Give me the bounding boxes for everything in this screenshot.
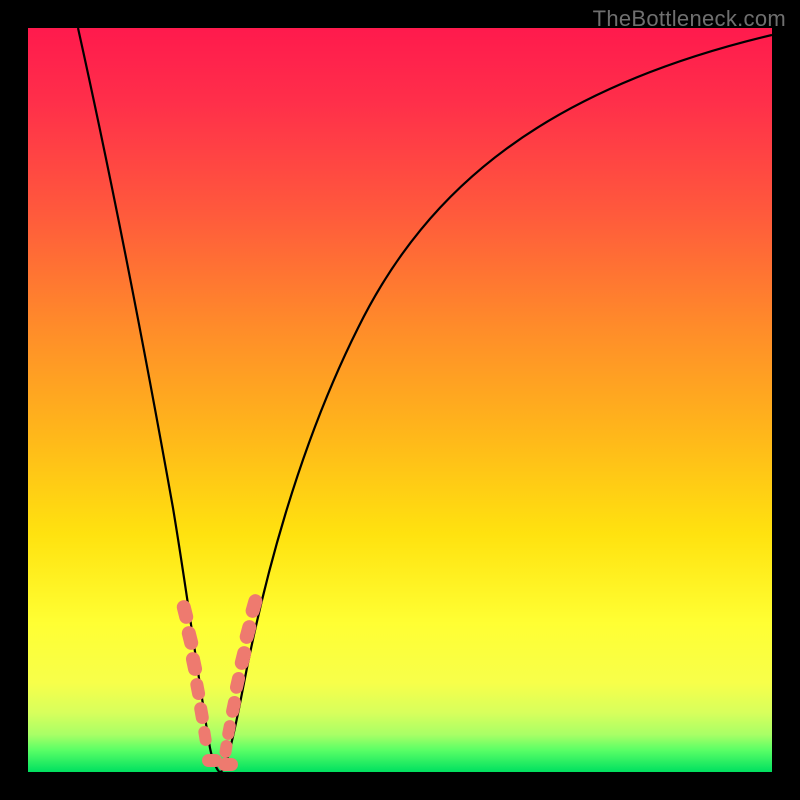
bead — [189, 677, 206, 701]
bead — [238, 619, 258, 646]
chart-canvas: TheBottleneck.com — [0, 0, 800, 800]
bead — [185, 651, 204, 677]
beads-bottom-group — [202, 754, 238, 771]
bead — [229, 671, 247, 695]
plot-area — [28, 28, 772, 772]
bead — [225, 695, 242, 719]
bottleneck-curve — [78, 28, 772, 772]
watermark-text: TheBottleneck.com — [593, 6, 786, 32]
bead — [244, 593, 264, 620]
bead — [221, 719, 237, 741]
bead — [175, 599, 194, 626]
bead — [218, 758, 238, 771]
bead — [180, 625, 199, 652]
bead — [193, 701, 210, 725]
bead — [198, 725, 213, 747]
curve-layer — [28, 28, 772, 772]
